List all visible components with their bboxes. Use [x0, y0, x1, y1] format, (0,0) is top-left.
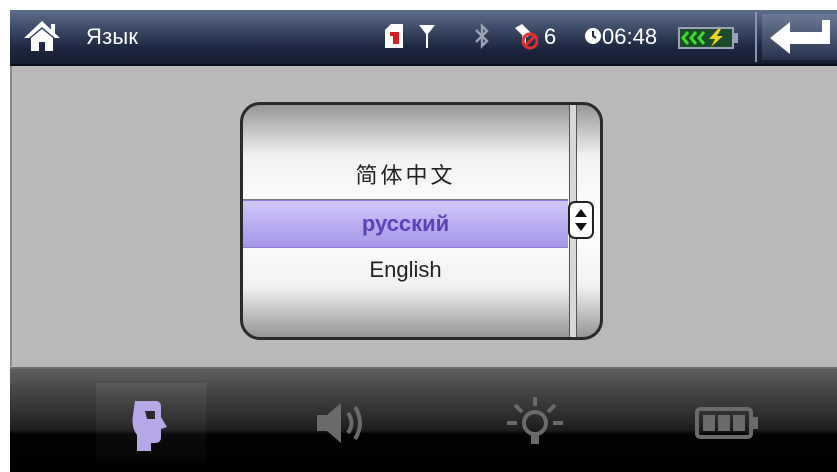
- sound-settings-button[interactable]: [286, 383, 396, 463]
- back-arrow-icon: [770, 20, 830, 54]
- clock-time: 06:48: [602, 24, 658, 49]
- no-satellite-icon: [515, 24, 538, 50]
- sim-icon: [385, 24, 403, 48]
- language-option-chinese[interactable]: 简体中文: [243, 154, 568, 200]
- up-down-arrows-icon: [575, 209, 587, 231]
- brightness-settings-button[interactable]: [478, 383, 588, 463]
- volume-icon: [317, 403, 362, 443]
- device-screen: Язык 6 06:48 简体中文 русский English: [10, 10, 837, 472]
- home-icon: [24, 21, 60, 51]
- clock-icon: [585, 28, 601, 44]
- language-option-english[interactable]: English: [243, 247, 568, 293]
- language-icon: [132, 401, 167, 451]
- brightness-icon: [507, 397, 563, 444]
- battery-charging-icon: [678, 27, 738, 49]
- content-edge: [10, 66, 12, 366]
- home-button[interactable]: [22, 18, 62, 54]
- satellite-count: 6: [544, 24, 557, 49]
- language-settings-button[interactable]: [96, 383, 206, 463]
- page-title: Язык: [86, 24, 139, 49]
- bottom-toolbar: [10, 367, 837, 472]
- status-divider: [755, 12, 757, 62]
- status-bar: Язык 6 06:48: [10, 10, 837, 66]
- language-picker[interactable]: 简体中文 русский English: [240, 102, 603, 340]
- bluetooth-icon: [475, 23, 489, 49]
- power-settings-button[interactable]: [668, 383, 778, 463]
- back-button[interactable]: [762, 14, 837, 60]
- language-option-russian-selected[interactable]: русский: [243, 200, 568, 248]
- scroll-handle[interactable]: [568, 201, 594, 239]
- language-list: 简体中文 русский English: [243, 105, 568, 337]
- power-battery-icon: [695, 407, 758, 439]
- antenna-icon: [419, 25, 435, 48]
